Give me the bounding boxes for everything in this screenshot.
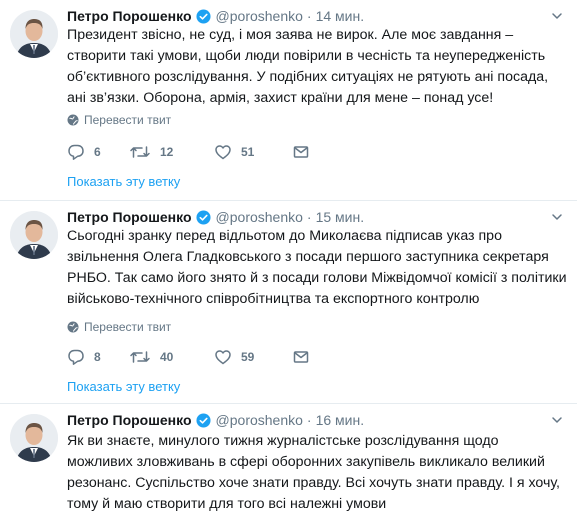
chevron-down-icon[interactable] bbox=[551, 10, 563, 22]
chevron-down-icon[interactable] bbox=[551, 211, 563, 223]
tweet-header: Петро Порошенко @poroshenko · 16 мин. bbox=[67, 410, 364, 430]
tweet-timestamp[interactable]: 14 мин. bbox=[316, 6, 365, 26]
tweet-header: Петро Порошенко @poroshenko · 14 мин. bbox=[67, 6, 364, 26]
tweet[interactable]: Петро Порошенко @poroshenko · 16 мин. Як… bbox=[0, 403, 577, 521]
retweet-count: 12 bbox=[160, 145, 174, 159]
retweet-button[interactable]: 40 bbox=[129, 348, 214, 366]
like-count: 51 bbox=[241, 145, 255, 159]
reply-button[interactable]: 6 bbox=[67, 143, 129, 161]
verified-badge-icon bbox=[196, 209, 211, 225]
separator-dot: · bbox=[306, 8, 312, 24]
reply-count: 8 bbox=[94, 350, 101, 364]
tweet-timestamp[interactable]: 16 мин. bbox=[316, 410, 365, 430]
translate-label: Перевести твит bbox=[84, 113, 172, 127]
direct-message-icon bbox=[293, 351, 309, 363]
avatar[interactable] bbox=[10, 10, 58, 58]
avatar[interactable] bbox=[10, 414, 58, 462]
author-name[interactable]: Петро Порошенко bbox=[67, 6, 192, 26]
show-thread-link[interactable]: Показать эту ветку bbox=[67, 379, 180, 395]
separator-dot: · bbox=[306, 209, 312, 225]
tweet[interactable]: Петро Порошенко @poroshenko · 15 мин. Сь… bbox=[0, 200, 577, 403]
tweet-actions: 8 40 59 bbox=[67, 347, 310, 367]
direct-message-button[interactable] bbox=[292, 348, 310, 366]
like-count: 59 bbox=[241, 350, 255, 364]
show-thread-link[interactable]: Показать эту ветку bbox=[67, 174, 180, 190]
chevron-down-icon[interactable] bbox=[551, 414, 563, 426]
author-name[interactable]: Петро Порошенко bbox=[67, 410, 192, 430]
tweet-actions: 6 12 51 bbox=[67, 142, 310, 162]
reply-count: 6 bbox=[94, 145, 101, 159]
author-handle[interactable]: @poroshenko bbox=[216, 410, 303, 430]
reply-icon bbox=[68, 349, 84, 365]
separator-dot: · bbox=[306, 412, 312, 428]
direct-message-button[interactable] bbox=[292, 143, 310, 161]
tweet-text: Сьогодні зранку перед відльотом до Микол… bbox=[67, 228, 567, 307]
like-icon bbox=[215, 145, 231, 160]
tweet-text: Як ви знаєте, минулого тижня журналістсь… bbox=[67, 433, 560, 512]
like-button[interactable]: 59 bbox=[214, 348, 292, 366]
tweet-timestamp[interactable]: 15 мин. bbox=[316, 207, 365, 227]
globe-icon bbox=[67, 114, 79, 126]
direct-message-icon bbox=[293, 146, 309, 158]
author-handle[interactable]: @poroshenko bbox=[216, 207, 303, 227]
author-handle[interactable]: @poroshenko bbox=[216, 6, 303, 26]
globe-icon bbox=[67, 321, 79, 333]
timeline: Петро Порошенко @poroshenko · 14 мин. Пр… bbox=[0, 0, 577, 521]
verified-badge-icon bbox=[196, 8, 211, 24]
like-button[interactable]: 51 bbox=[214, 143, 292, 161]
retweet-count: 40 bbox=[160, 350, 174, 364]
like-icon bbox=[215, 350, 231, 365]
translate-label: Перевести твит bbox=[84, 320, 172, 334]
retweet-button[interactable]: 12 bbox=[129, 143, 214, 161]
translate-tweet-link[interactable]: Перевести твит bbox=[67, 112, 171, 128]
author-name[interactable]: Петро Порошенко bbox=[67, 207, 192, 227]
reply-button[interactable]: 8 bbox=[67, 348, 129, 366]
tweet-header: Петро Порошенко @poroshenko · 15 мин. bbox=[67, 207, 364, 227]
tweet[interactable]: Петро Порошенко @poroshenko · 14 мин. Пр… bbox=[0, 0, 577, 200]
verified-badge-icon bbox=[196, 412, 211, 428]
translate-tweet-link[interactable]: Перевести твит bbox=[67, 319, 171, 335]
retweet-icon bbox=[130, 351, 150, 363]
retweet-icon bbox=[130, 146, 150, 158]
avatar[interactable] bbox=[10, 211, 58, 259]
tweet-text: Президент звісно, не суд, і моя заява не… bbox=[67, 27, 549, 106]
reply-icon bbox=[68, 144, 84, 160]
